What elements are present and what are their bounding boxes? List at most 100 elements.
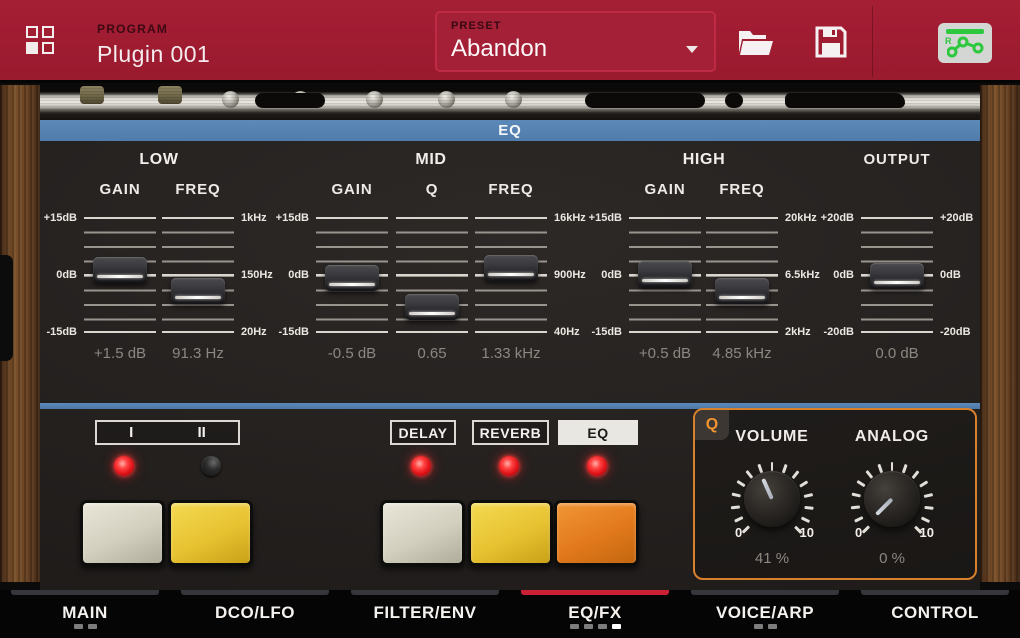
section-header-high: HIGH [683, 151, 726, 169]
analog-value: 0 % [832, 550, 952, 567]
high-gain-slider[interactable]: +15dB0dB-15dB [626, 208, 704, 342]
high-gain-slider-handle[interactable] [638, 261, 692, 287]
mid-gain-slider-handle[interactable] [325, 265, 379, 291]
bank-selector[interactable]: I II [95, 420, 240, 445]
hardware-jack [222, 91, 239, 108]
low-freq-value: 91.3 Hz [143, 345, 253, 362]
hardware-cutout [255, 93, 325, 108]
slider-ticks [396, 217, 468, 335]
eq-title: EQ [498, 122, 521, 139]
output-scale-left: +20dB0dB-20dB [804, 208, 854, 342]
output-label: OUTPUT [863, 151, 930, 168]
tab-voice-arp[interactable]: VOICE/ARP [680, 590, 850, 638]
section-header-low: LOW [139, 151, 178, 169]
page-dot [754, 624, 763, 629]
tab-control[interactable]: CONTROL [850, 590, 1020, 638]
tab-filter-env[interactable]: FILTER/ENV [340, 590, 510, 638]
bank-2-label[interactable]: II [198, 424, 206, 441]
page-dot [768, 624, 777, 629]
tab-main[interactable]: MAIN [0, 590, 170, 638]
bank-2-led [201, 456, 221, 476]
hardware-jack [366, 91, 383, 108]
knob-min-label: 0 [735, 525, 742, 540]
automation-green-bar [946, 29, 984, 34]
tab-eq-fx[interactable]: EQ/FX [510, 590, 680, 638]
grid-square [42, 26, 54, 38]
slider-ticks [316, 217, 388, 335]
mid-gain-slider[interactable]: +15dB0dB-15dB [313, 208, 391, 342]
grid-square [26, 26, 38, 38]
eq-led [587, 456, 607, 476]
reverb-pad[interactable] [468, 500, 553, 566]
page-dot [570, 624, 579, 629]
folder-open-icon [737, 27, 775, 57]
mid-q-slider[interactable] [393, 208, 471, 342]
save-icon [814, 25, 848, 59]
qlink-badge[interactable]: Q [695, 410, 729, 440]
mid-q-slider-handle[interactable] [405, 294, 459, 320]
synth-panel: EQ LOW MID HIGH GAIN FREQ GAIN Q FREQ GA… [40, 85, 980, 590]
bank-1-led [114, 456, 134, 476]
hardware-jack [292, 91, 309, 108]
low-freq-slider-handle[interactable] [171, 278, 225, 304]
output-slider[interactable]: +20dB0dB-20dB +20dB0dB-20dB [858, 208, 936, 342]
analog-label: ANALOG [855, 428, 929, 446]
slider-ticks [706, 217, 778, 335]
high-freq-slider-handle[interactable] [715, 278, 769, 304]
knob-body [744, 471, 800, 527]
slider-ticks [475, 217, 547, 335]
knob-max-label: 10 [800, 525, 814, 540]
low-gain-slider[interactable]: +15dB0dB-15dB [81, 208, 159, 342]
open-preset-button[interactable] [733, 22, 779, 62]
preset-dropdown[interactable]: PRESET Abandon [435, 11, 716, 72]
analog-knob[interactable]: 0 10 [842, 449, 942, 549]
section-header-mid: MID [415, 151, 446, 169]
low-gain-slider-handle[interactable] [93, 257, 147, 283]
eq-pad[interactable] [554, 500, 639, 566]
output-value: 0.0 dB [842, 345, 952, 362]
reverb-led [499, 456, 519, 476]
main-menu-icon[interactable] [26, 26, 56, 56]
program-name[interactable]: Plugin 001 [97, 41, 210, 68]
tab-indicator [351, 590, 499, 595]
high-freq-slider[interactable]: 20kHz6.5kHz2kHz [703, 208, 781, 342]
tab-indicator [691, 590, 839, 595]
hardware-cutout [585, 93, 705, 108]
output-scale-right: +20dB0dB-20dB [940, 208, 990, 342]
output-slider-handle[interactable] [870, 263, 924, 289]
tab-dco-lfo[interactable]: DCO/LFO [170, 590, 340, 638]
hardware-cutout [785, 93, 905, 108]
mid-freq-slider[interactable]: 16kHz900Hz40Hz [472, 208, 550, 342]
low-freq-slider[interactable]: 1kHz150Hz20Hz [159, 208, 237, 342]
tab-indicator [11, 590, 159, 595]
automation-read-button[interactable]: R [938, 23, 992, 63]
mid-freq-slider-handle[interactable] [484, 255, 538, 281]
delay-pad[interactable] [380, 500, 465, 566]
page-dot [584, 624, 593, 629]
hardware-jack [438, 91, 455, 108]
high-gain-label: GAIN [644, 181, 685, 198]
bottom-tab-bar: MAIN DCO/LFO FILTER/ENV EQ/FX VOICE/ARP … [0, 590, 1020, 638]
tab-indicator [181, 590, 329, 595]
preset-label: PRESET [451, 20, 700, 32]
bank-1-label[interactable]: I [129, 424, 133, 441]
mid-q-label: Q [426, 181, 439, 198]
mid-gain-label: GAIN [331, 181, 372, 198]
knob-pointer [761, 478, 774, 500]
volume-knob[interactable]: 0 10 [722, 449, 822, 549]
delay-button[interactable]: DELAY [390, 420, 456, 445]
slider-ticks [629, 217, 701, 335]
slider-ticks [162, 217, 234, 335]
hardware-cutout [725, 93, 743, 108]
save-preset-button[interactable] [808, 22, 854, 62]
high-freq-value: 4.85 kHz [687, 345, 797, 362]
tab-page-dots [680, 624, 850, 629]
bank-1-pad[interactable] [80, 500, 165, 566]
preset-value: Abandon [451, 35, 700, 63]
program-label: PROGRAM [97, 22, 210, 36]
reverb-button[interactable]: REVERB [472, 420, 549, 445]
header-divider [872, 6, 873, 77]
bank-2-pad[interactable] [168, 500, 253, 566]
eq-button[interactable]: EQ [558, 420, 638, 445]
low-freq-label: FREQ [175, 181, 220, 198]
